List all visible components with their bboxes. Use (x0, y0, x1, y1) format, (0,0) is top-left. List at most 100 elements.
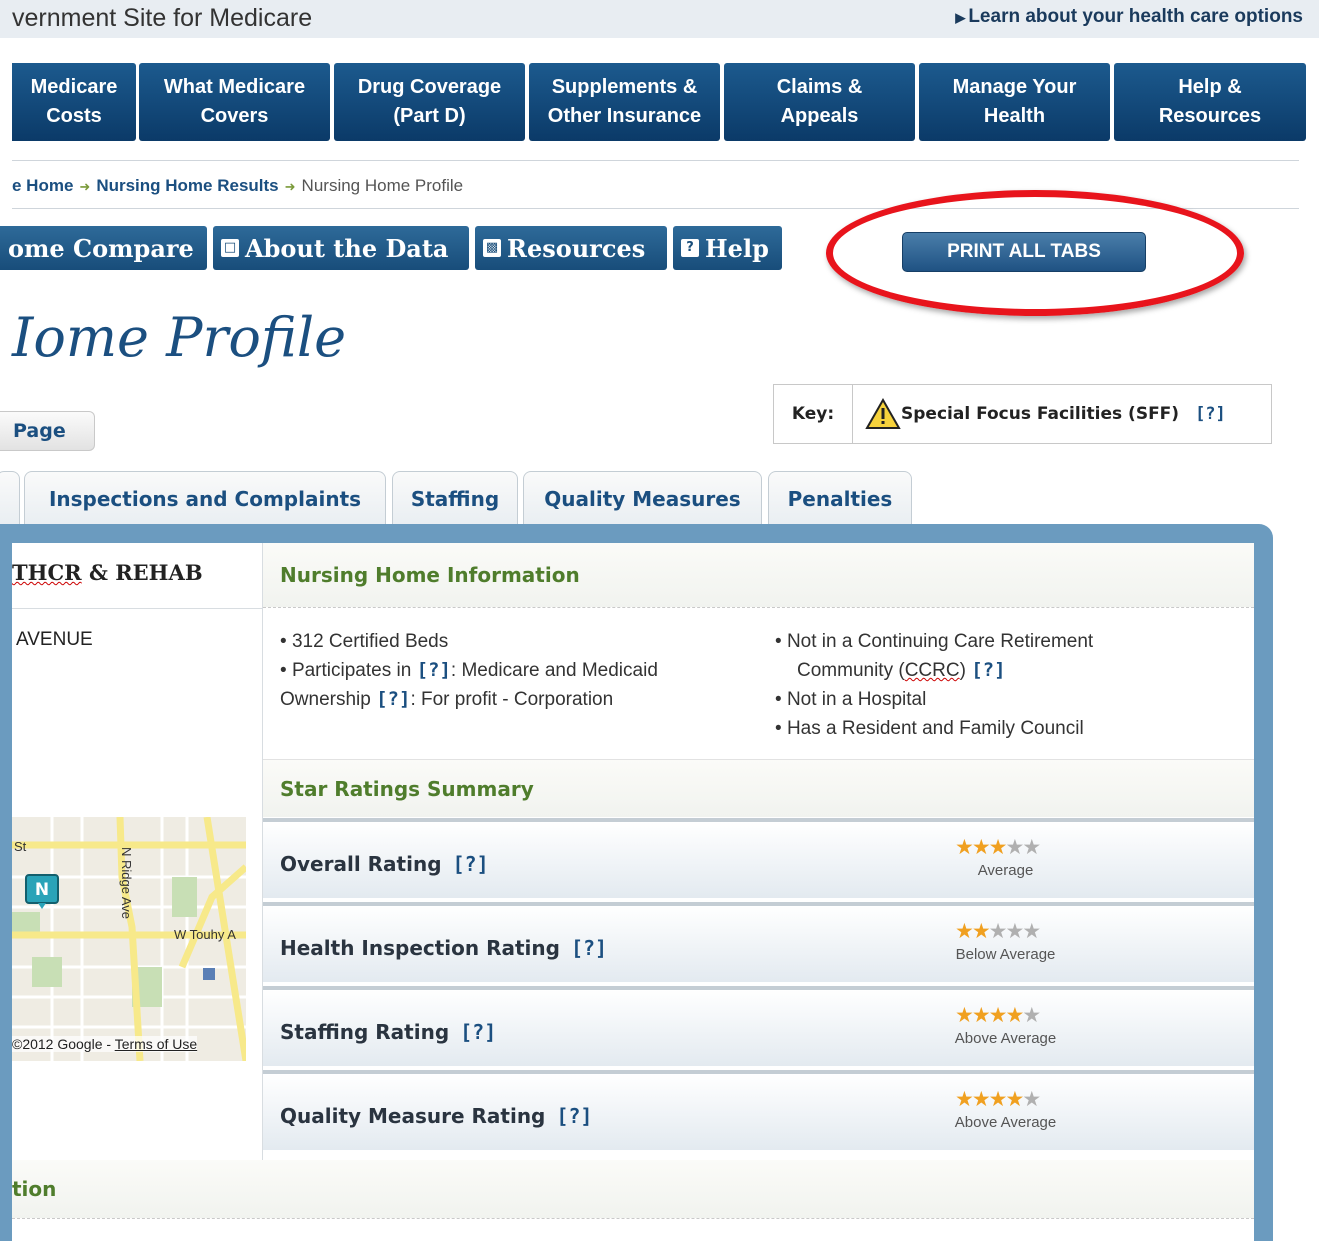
sff-label: Special Focus Facilities (SFF) (901, 404, 1180, 424)
play-arrow-icon: ▶ (955, 10, 966, 25)
star-filled-icon: ★ (988, 1003, 1008, 1027)
map-street-label: St (14, 839, 27, 854)
rating-label-text: Staffing Rating (280, 1020, 450, 1044)
help-label: Help (705, 233, 769, 263)
rating-label-text: Health Inspection Rating (280, 936, 560, 960)
learn-link-label: Learn about your health care options (968, 6, 1303, 27)
breadcrumb-home[interactable]: e Home (12, 176, 73, 195)
tab-inspections[interactable]: Inspections and Complaints (24, 471, 386, 525)
key-label: Key: (774, 385, 853, 443)
map-street-label: N Ridge Ave (119, 847, 134, 919)
rating-help-link[interactable]: [?] (452, 852, 488, 876)
breadcrumb: e Home ➜ Nursing Home Results ➜ Nursing Home… (12, 176, 463, 196)
rating-row-quality-measure: Quality Measure Rating [?] ★★★★★ Above A… (263, 1070, 1254, 1150)
home-compare-button[interactable]: ome Compare (0, 226, 207, 270)
rating-label-text: Overall Rating (280, 852, 442, 876)
resources-button[interactable]: ▩ Resources (475, 226, 667, 270)
page-button[interactable]: Page (0, 411, 95, 451)
list-item: • Not in a Continuing Care Retirement (775, 631, 1094, 652)
rating-row-staffing: Staffing Rating [?] ★★★★★ Above Average (263, 986, 1254, 1066)
rating-row-overall: Overall Rating [?] ★★★★★ Average (263, 818, 1254, 898)
rating-help-link[interactable]: [?] (556, 1104, 592, 1128)
rating-text: Average (977, 862, 1034, 879)
star-rating-icon: ★★★★★ (955, 835, 1041, 859)
list-item: • Not in a Hospital (775, 689, 927, 710)
nav-manage-health[interactable]: Manage Your Health (919, 63, 1110, 141)
facility-street: AVENUE (16, 629, 93, 650)
ccrc-help-link[interactable]: [?] (971, 659, 1005, 681)
list-item: • Participates in [?]: Medicare and Medi… (280, 659, 658, 681)
tab-staffing[interactable]: Staffing (392, 471, 518, 525)
divider (12, 1218, 1254, 1219)
list-item: Ownership [?]: For profit - Corporation (280, 685, 658, 714)
map-marker-icon[interactable]: N (25, 874, 59, 909)
rating-help-link[interactable]: [?] (571, 936, 607, 960)
help-button[interactable]: ? Help (673, 226, 782, 270)
breadcrumb-current: Nursing Home Profile (301, 176, 464, 195)
breadcrumb-arrow-icon: ➜ (284, 179, 296, 194)
map-graphic: St N Ridge Ave W Touhy A N (12, 817, 246, 1061)
ccrc-abbr: CCRC (904, 660, 960, 681)
star-filled-icon: ★ (955, 1003, 974, 1027)
top-bar: vernment Site for Medicare ▶ Learn about … (0, 0, 1319, 38)
info-list-right: • Not in a Continuing Care Retirement Co… (775, 627, 1093, 743)
star-empty-icon: ★ (1005, 835, 1024, 859)
star-filled-icon: ★ (971, 1003, 991, 1027)
map-street-label: W Touhy A (174, 927, 236, 942)
star-empty-icon: ★ (1022, 1087, 1041, 1111)
key-legend: Key: Special Focus Facilities (SFF) [?] (773, 384, 1272, 444)
rating-help-link[interactable]: [?] (460, 1020, 496, 1044)
council-text: Has a Resident and Family Council (786, 718, 1084, 739)
star-filled-icon: ★ (971, 835, 991, 859)
rating-text: Above Average (954, 1030, 1057, 1047)
participates-label: Participates in (291, 660, 412, 681)
ownership-help-link[interactable]: [?] (376, 688, 410, 710)
tab-penalties[interactable]: Penalties (768, 471, 912, 525)
nav-what-medicare-covers[interactable]: What Medicare Covers (139, 63, 330, 141)
divider (12, 608, 262, 609)
tab-quality-measures[interactable]: Quality Measures (523, 471, 762, 525)
star-filled-icon: ★ (1005, 1003, 1024, 1027)
nav-supplements[interactable]: Supplements & Other Insurance (529, 63, 720, 141)
resources-label: Resources (507, 233, 646, 263)
rating-label: Overall Rating [?] (280, 852, 489, 876)
star-filled-icon: ★ (1005, 1087, 1024, 1111)
map-terms-link[interactable]: Terms of Use (115, 1036, 197, 1052)
ccrc-close: ) (959, 660, 966, 681)
beds-text: 312 Certified Beds (291, 631, 449, 652)
star-empty-icon: ★ (1005, 919, 1024, 943)
tab-overview[interactable] (0, 471, 20, 525)
ccrc-text: Not in a Continuing Care Retirement (786, 631, 1094, 652)
site-title: vernment Site for Medicare (12, 4, 313, 32)
breadcrumb-arrow-icon: ➜ (79, 179, 91, 194)
star-ratings-heading: Star Ratings Summary (263, 759, 1254, 817)
rating-text: Below Average (955, 946, 1056, 963)
star-filled-icon: ★ (971, 919, 991, 943)
home-compare-label: ome Compare (8, 233, 194, 263)
sff-help-link[interactable]: [?] (1195, 404, 1226, 424)
warning-icon (865, 398, 901, 429)
star-empty-icon: ★ (988, 919, 1008, 943)
nav-medicare-costs[interactable]: Medicare Costs (12, 63, 136, 141)
star-rating-icon: ★★★★★ (955, 1003, 1041, 1027)
facility-name-part: THCR (12, 560, 82, 585)
nav-claims-appeals[interactable]: Claims & Appeals (724, 63, 915, 141)
list-item: • 312 Certified Beds (280, 631, 449, 652)
breadcrumb-results[interactable]: Nursing Home Results (96, 176, 278, 195)
star-rating-icon: ★★★★★ (955, 919, 1041, 943)
nav-drug-coverage[interactable]: Drug Coverage (Part D) (334, 63, 525, 141)
rating-label: Staffing Rating [?] (280, 1020, 496, 1044)
about-data-button[interactable]: □ About the Data (213, 226, 469, 270)
participates-value: : Medicare and Medicaid (450, 660, 658, 681)
rating-label: Health Inspection Rating [?] (280, 936, 607, 960)
section-heading: tion (12, 1160, 1254, 1218)
facility-map[interactable]: St N Ridge Ave W Touhy A N (12, 817, 246, 1061)
about-data-label: About the Data (245, 233, 449, 263)
star-filled-icon: ★ (955, 1087, 974, 1111)
participates-help-link[interactable]: [?] (417, 659, 451, 681)
star-filled-icon: ★ (955, 835, 974, 859)
learn-link[interactable]: ▶ Learn about your health care options (955, 6, 1303, 28)
nav-help-resources[interactable]: Help & Resources (1114, 63, 1306, 141)
ownership-value: : For profit - Corporation (410, 689, 614, 710)
map-credit: ©2012 Google - Terms of Use (12, 1036, 198, 1052)
